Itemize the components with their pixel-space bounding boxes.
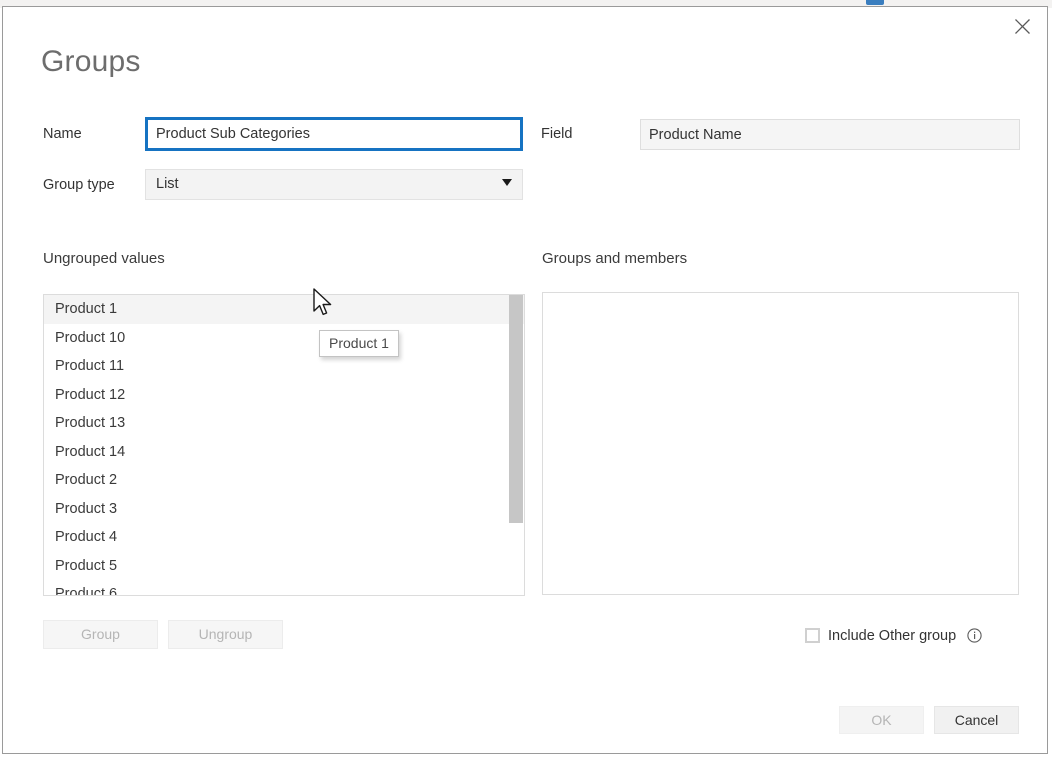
group-type-label: Group type [43,177,115,193]
name-label: Name [43,126,82,142]
ungrouped-values-list[interactable]: Product 1 Product 10 Product 11 Product 12 P… [43,294,525,596]
close-button[interactable] [1001,11,1043,41]
list-item[interactable]: Product 6 [44,580,524,595]
close-icon [1014,18,1030,34]
scrollbar-thumb[interactable] [509,295,523,523]
group-button[interactable]: Group [43,620,158,649]
groups-and-members-list[interactable] [542,292,1019,595]
field-label: Field [541,126,573,142]
list-item[interactable]: Product 1 [44,295,524,324]
list-item[interactable]: Product 3 [44,495,524,524]
info-icon[interactable] [966,627,983,644]
include-other-group-row[interactable]: Include Other group [805,627,983,644]
include-other-group-checkbox[interactable] [805,628,820,643]
list-item[interactable]: Product 2 [44,466,524,495]
name-input[interactable] [145,117,523,151]
tooltip: Product 1 [319,330,399,357]
list-item[interactable]: Product 4 [44,523,524,552]
ok-button[interactable]: OK [839,706,924,734]
ungrouped-values-label: Ungrouped values [43,250,165,267]
groups-and-members-label: Groups and members [542,250,688,267]
list-item[interactable]: Product 11 [44,352,524,381]
list-item[interactable]: Product 10 [44,324,524,353]
chevron-down-icon [502,179,512,186]
background-app-accent [866,0,884,5]
list-item[interactable]: Product 5 [44,552,524,581]
list-item[interactable]: Product 13 [44,409,524,438]
ungrouped-list-scrollbar[interactable] [509,295,523,595]
group-type-select[interactable]: List [145,169,523,200]
field-input [640,119,1020,150]
list-item[interactable]: Product 14 [44,438,524,467]
cancel-button[interactable]: Cancel [934,706,1019,734]
include-other-group-label: Include Other group [828,627,957,644]
group-type-value: List [156,176,179,192]
page-title: Groups [41,45,141,78]
groups-dialog: Groups Name Field Group type List Ungrou… [2,6,1048,754]
ungroup-button[interactable]: Ungroup [168,620,283,649]
list-item[interactable]: Product 12 [44,381,524,410]
